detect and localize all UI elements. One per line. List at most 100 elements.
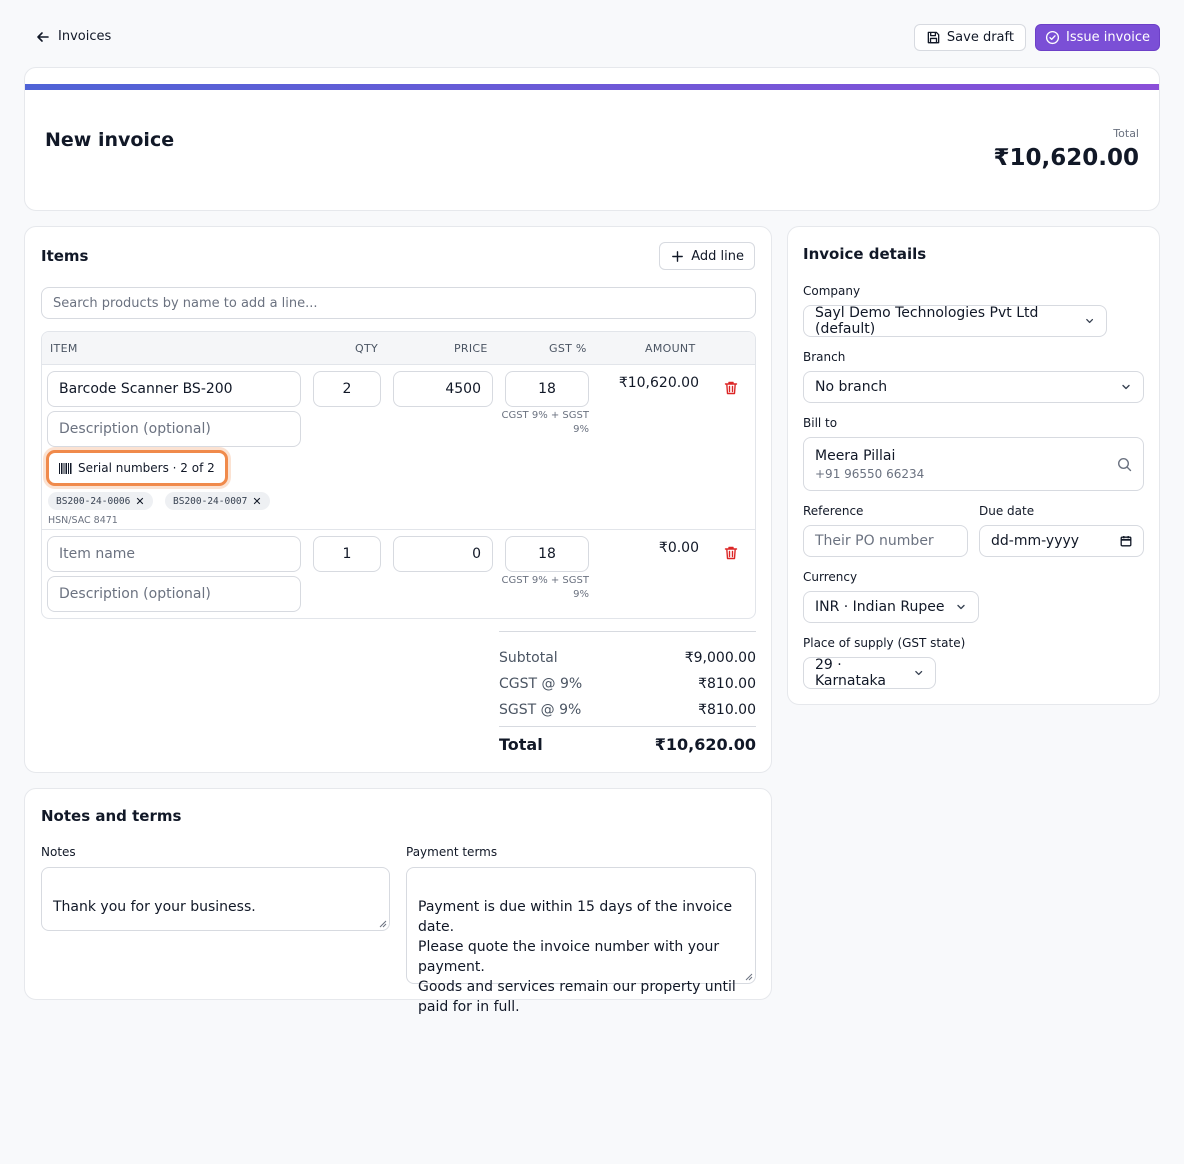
reference-label: Reference — [803, 504, 864, 518]
serial-numbers-button[interactable]: Serial numbers · 2 of 2 — [46, 450, 228, 486]
item-name-field[interactable]: Barcode Scanner BS-200 — [47, 371, 301, 407]
company-select[interactable]: Sayl Demo Technologies Pvt Ltd (default) — [803, 305, 1107, 337]
save-draft-label: Save draft — [946, 30, 1014, 45]
notes-card: Notes and terms Notes Thank you for your… — [24, 788, 772, 1015]
remove-serial-icon[interactable]: ✕ — [252, 495, 261, 508]
trash-icon[interactable] — [723, 545, 739, 561]
qty-field[interactable]: 1 — [313, 536, 381, 572]
item-name-field[interactable]: Item name — [47, 536, 301, 572]
currency-value: INR · Indian Rupee — [815, 599, 945, 615]
sgst-label: SGST @ 9% — [499, 702, 582, 718]
company-label: Company — [803, 284, 861, 298]
qty-field[interactable]: 2 — [313, 371, 381, 407]
line-amount: ₹0.00 — [658, 540, 699, 556]
due-date-input[interactable]: dd-mm-yyyy — [979, 525, 1144, 557]
issue-invoice-label: Issue invoice — [1065, 30, 1150, 45]
page-title: New invoice — [45, 129, 175, 151]
price-field[interactable]: 0 — [393, 536, 493, 572]
resize-handle-icon[interactable] — [379, 920, 387, 928]
bill-to-customer-picker[interactable]: Meera Pillai +91 96550 66234 — [803, 437, 1144, 491]
grand-total-value: ₹10,620.00 — [654, 735, 756, 754]
chevron-down-icon — [914, 670, 922, 676]
table-row: Item name Description (optional) 1 0 18 … — [42, 530, 755, 618]
subtotal-label: Subtotal — [499, 650, 558, 666]
notes-label: Notes — [41, 845, 76, 859]
sgst-value: ₹810.00 — [698, 702, 756, 718]
totals-divider — [499, 726, 756, 727]
gst-field[interactable]: 18 — [505, 371, 589, 407]
branch-value: No branch — [815, 379, 888, 395]
currency-label: Currency — [803, 570, 858, 584]
back-link-label: Invoices — [58, 29, 112, 44]
payment-terms-label: Payment terms — [406, 845, 498, 859]
column-header-qty: QTY — [355, 342, 378, 355]
add-line-label: Add line — [691, 248, 744, 264]
serial-chip: BS200-24-0006 ✕ — [48, 492, 153, 510]
calendar-icon[interactable] — [1120, 535, 1132, 547]
product-search-input[interactable] — [41, 287, 756, 319]
remove-serial-icon[interactable]: ✕ — [135, 495, 144, 508]
chevron-down-icon — [1122, 384, 1130, 390]
reference-input[interactable]: Their PO number — [803, 525, 968, 557]
notes-textarea[interactable]: Thank you for your business. — [41, 867, 390, 931]
cgst-value: ₹810.00 — [698, 676, 756, 692]
item-description-field[interactable]: Description (optional) — [47, 576, 301, 612]
top-actions: Save draft Issue invoice — [913, 24, 1160, 51]
header-total-value: ₹10,620.00 — [993, 145, 1139, 171]
currency-select[interactable]: INR · Indian Rupee — [803, 591, 979, 623]
search-icon — [1117, 457, 1132, 472]
trash-icon[interactable] — [723, 380, 739, 396]
branch-select[interactable]: No branch — [803, 371, 1144, 403]
item-description-field[interactable]: Description (optional) — [47, 411, 301, 447]
hsn-code: HSN/SAC 8471 — [48, 515, 118, 526]
totals-divider — [499, 631, 756, 632]
table-row: Barcode Scanner BS-200 Description (opti… — [42, 365, 755, 529]
details-title: Invoice details — [803, 245, 927, 263]
company-value: Sayl Demo Technologies Pvt Ltd (default) — [815, 305, 1039, 337]
branch-label: Branch — [803, 350, 846, 364]
items-card: Items Add line ITEM QTY PRICE GST % AMOU… — [24, 226, 772, 773]
add-line-button[interactable]: Add line — [659, 242, 755, 270]
place-of-supply-value: 29 · Karnataka — [815, 657, 886, 689]
notes-card-title: Notes and terms — [41, 807, 182, 825]
due-date-placeholder: dd-mm-yyyy — [991, 533, 1080, 549]
grand-total-label: Total — [499, 735, 543, 754]
payment-terms-text: Payment is due within 15 days of the inv… — [418, 899, 736, 1015]
gst-field[interactable]: 18 — [505, 536, 589, 572]
invoice-details-card: Invoice details Company Sayl Demo Techno… — [787, 226, 1160, 705]
gst-breakdown-note: CGST 9% + SGST 9% — [501, 410, 589, 435]
reference-placeholder: Their PO number — [815, 533, 934, 549]
due-date-label: Due date — [979, 504, 1035, 518]
chevron-down-icon — [957, 604, 965, 610]
gst-breakdown-note: CGST 9% + SGST 9% — [501, 575, 589, 600]
bill-to-label: Bill to — [803, 416, 838, 430]
invoice-header-card: New invoice Total ₹10,620.00 — [24, 67, 1160, 211]
items-table: ITEM QTY PRICE GST % AMOUNT Barcode Scan… — [41, 331, 756, 619]
column-header-price: PRICE — [454, 342, 488, 355]
items-title: Items — [41, 247, 89, 265]
header-total-label: Total — [1113, 127, 1139, 140]
place-of-supply-label: Place of supply (GST state) — [803, 636, 966, 650]
price-field[interactable]: 4500 — [393, 371, 493, 407]
save-icon — [927, 31, 940, 44]
resize-handle-icon[interactable] — [745, 973, 753, 981]
chevron-down-icon — [1085, 318, 1093, 324]
serial-chip-label: BS200-24-0006 — [56, 495, 131, 507]
payment-terms-textarea[interactable]: Payment is due within 15 days of the inv… — [406, 867, 756, 1015]
line-amount: ₹10,620.00 — [618, 375, 699, 391]
barcode-icon — [59, 462, 72, 474]
arrow-left-icon — [37, 31, 49, 42]
check-circle-icon — [1045, 30, 1060, 45]
cgst-label: CGST @ 9% — [499, 676, 583, 692]
accent-bar — [25, 84, 1159, 90]
column-header-gst: GST % — [549, 342, 587, 355]
subtotal-value: ₹9,000.00 — [684, 650, 756, 666]
customer-name: Meera Pillai — [815, 448, 896, 464]
back-to-invoices-link[interactable]: Invoices — [36, 29, 111, 44]
serial-numbers-label: Serial numbers · 2 of 2 — [78, 461, 215, 475]
serial-chip: BS200-24-0007 ✕ — [165, 492, 270, 510]
customer-phone: +91 96550 66234 — [815, 467, 925, 481]
issue-invoice-button[interactable]: Issue invoice — [1034, 24, 1160, 51]
place-of-supply-select[interactable]: 29 · Karnataka — [803, 657, 936, 689]
save-draft-button[interactable]: Save draft — [913, 24, 1026, 51]
